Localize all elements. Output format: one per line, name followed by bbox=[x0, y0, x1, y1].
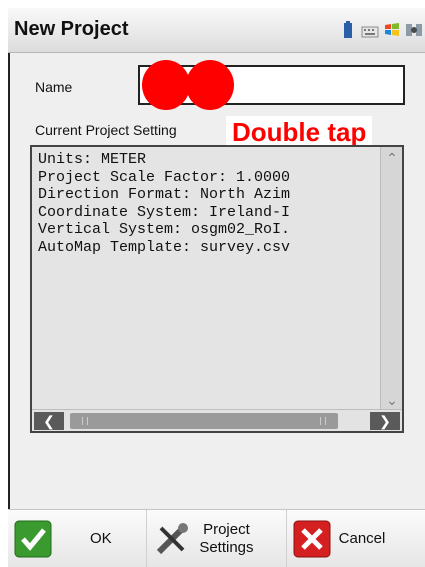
satellite-icon[interactable] bbox=[405, 21, 423, 39]
windows-flag-icon[interactable] bbox=[383, 21, 401, 39]
green-check-icon bbox=[14, 520, 52, 558]
red-x-icon bbox=[293, 520, 331, 558]
system-tray bbox=[339, 21, 423, 39]
cancel-button[interactable]: Cancel bbox=[287, 510, 425, 567]
current-settings-label: Current Project Setting bbox=[35, 122, 177, 138]
double-tap-hint: Double tap bbox=[226, 116, 373, 148]
window-title: New Project bbox=[14, 18, 129, 40]
scroll-left-icon[interactable]: ❮ bbox=[34, 412, 64, 430]
settings-text: Units: METER Project Scale Factor: 1.000… bbox=[38, 151, 291, 256]
name-label: Name bbox=[35, 79, 73, 95]
scroll-down-icon[interactable]: ⌄ bbox=[382, 389, 402, 411]
wrench-screwdriver-icon bbox=[153, 520, 191, 558]
scroll-right-icon[interactable]: ❯ bbox=[370, 412, 400, 430]
vertical-scrollbar[interactable]: ⌃ ⌄ bbox=[380, 147, 402, 411]
bottom-toolbar: OK Project Settings Cancel bbox=[8, 509, 425, 567]
scroll-thumb[interactable] bbox=[70, 413, 338, 429]
horizontal-scrollbar[interactable]: ❮ ❯ bbox=[32, 409, 402, 431]
title-bar: New Project bbox=[8, 8, 425, 53]
keyboard-icon[interactable] bbox=[361, 21, 379, 39]
project-settings-textbox[interactable]: Units: METER Project Scale Factor: 1.000… bbox=[30, 145, 404, 433]
cancel-label: Cancel bbox=[338, 529, 386, 547]
project-settings-label: Project Settings bbox=[199, 520, 254, 556]
project-settings-button[interactable]: Project Settings bbox=[147, 510, 287, 567]
ok-label: OK bbox=[90, 529, 112, 547]
ok-button[interactable]: OK bbox=[8, 510, 148, 567]
redaction-mark bbox=[142, 60, 234, 110]
scroll-up-icon[interactable]: ⌃ bbox=[382, 147, 402, 169]
battery-icon bbox=[339, 21, 357, 39]
